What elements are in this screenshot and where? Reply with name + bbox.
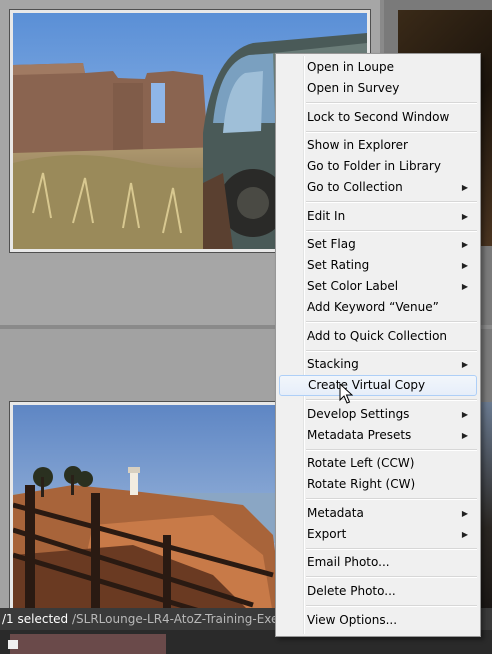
- menu-separator: [306, 399, 477, 401]
- menu-item-create-virtual-copy[interactable]: Create Virtual Copy: [279, 375, 477, 396]
- menu-item-label: Develop Settings: [307, 407, 410, 421]
- menu-item-set-color-label[interactable]: Set Color Label ▶: [279, 276, 477, 297]
- menu-item-metadata[interactable]: Metadata ▶: [279, 503, 477, 524]
- menu-item-show-in-explorer[interactable]: Show in Explorer: [279, 135, 477, 156]
- menu-item-label: Set Color Label: [307, 279, 399, 293]
- menu-separator: [306, 350, 477, 352]
- menu-item-label: Go to Folder in Library: [307, 159, 441, 173]
- submenu-arrow-icon: ▶: [461, 240, 468, 249]
- submenu-arrow-icon: ▶: [461, 183, 468, 192]
- menu-separator: [306, 498, 477, 500]
- menu-item-add-to-quick-collection[interactable]: Add to Quick Collection: [279, 326, 477, 347]
- menu-item-label: Create Virtual Copy: [308, 378, 426, 392]
- source-path[interactable]: /SLRLounge-LR4-AtoZ-Training-Exercise: [72, 612, 307, 626]
- menu-item-label: Set Rating: [307, 258, 370, 272]
- menu-separator: [306, 230, 477, 232]
- menu-item-label: Open in Loupe: [307, 60, 395, 74]
- menu-item-label: Show in Explorer: [307, 138, 408, 152]
- menu-item-export[interactable]: Export ▶: [279, 524, 477, 545]
- menu-item-label: Add Keyword “Venue”: [307, 300, 439, 314]
- menu-separator: [306, 102, 477, 104]
- submenu-arrow-icon: ▶: [461, 261, 468, 270]
- menu-item-label: Edit In: [307, 209, 346, 223]
- submenu-arrow-icon: ▶: [461, 410, 468, 419]
- mouse-pointer-icon: [339, 383, 353, 404]
- selection-count: /1 selected: [2, 612, 69, 626]
- menu-item-label: Rotate Left (CCW): [307, 456, 415, 470]
- submenu-arrow-icon: ▶: [461, 431, 468, 440]
- menu-item-view-options[interactable]: View Options...: [279, 610, 477, 631]
- menu-item-label: Add to Quick Collection: [307, 329, 448, 343]
- menu-item-email-photo[interactable]: Email Photo...: [279, 552, 477, 573]
- menu-separator: [306, 605, 477, 607]
- menu-item-label: Export: [307, 527, 347, 541]
- menu-item-rotate-left[interactable]: Rotate Left (CCW): [279, 453, 477, 474]
- submenu-arrow-icon: ▶: [461, 509, 468, 518]
- menu-item-label: Stacking: [307, 357, 359, 371]
- submenu-arrow-icon: ▶: [461, 360, 468, 369]
- menu-item-set-flag[interactable]: Set Flag ▶: [279, 234, 477, 255]
- menu-item-label: View Options...: [307, 613, 398, 627]
- menu-item-develop-settings[interactable]: Develop Settings ▶: [279, 404, 477, 425]
- submenu-arrow-icon: ▶: [461, 212, 468, 221]
- menu-item-label: Delete Photo...: [307, 584, 396, 598]
- submenu-arrow-icon: ▶: [461, 282, 468, 291]
- menu-item-rotate-right[interactable]: Rotate Right (CW): [279, 474, 477, 495]
- menu-item-label: Rotate Right (CW): [307, 477, 416, 491]
- menu-separator: [306, 548, 477, 550]
- menu-item-label: Email Photo...: [307, 555, 390, 569]
- menu-item-lock-to-second-window[interactable]: Lock to Second Window: [279, 107, 477, 128]
- menu-item-open-in-loupe[interactable]: Open in Loupe: [279, 57, 477, 78]
- menu-separator: [306, 576, 477, 578]
- menu-separator: [306, 201, 477, 203]
- filmstrip-thumbnail[interactable]: [10, 634, 166, 654]
- menu-item-label: Metadata Presets: [307, 428, 412, 442]
- menu-item-label: Set Flag: [307, 237, 356, 251]
- menu-item-stacking[interactable]: Stacking ▶: [279, 354, 477, 375]
- menu-item-go-to-folder[interactable]: Go to Folder in Library: [279, 156, 477, 177]
- context-menu: Open in Loupe Open in Survey Lock to Sec…: [275, 53, 481, 637]
- menu-separator: [306, 321, 477, 323]
- menu-item-label: Metadata: [307, 506, 364, 520]
- menu-item-edit-in[interactable]: Edit In ▶: [279, 206, 477, 227]
- submenu-arrow-icon: ▶: [461, 530, 468, 539]
- menu-item-add-keyword[interactable]: Add Keyword “Venue”: [279, 297, 477, 318]
- menu-item-label: Open in Survey: [307, 81, 400, 95]
- menu-item-metadata-presets[interactable]: Metadata Presets ▶: [279, 425, 477, 446]
- menu-separator: [306, 449, 477, 451]
- menu-item-set-rating[interactable]: Set Rating ▶: [279, 255, 477, 276]
- menu-separator: [306, 131, 477, 133]
- menu-item-label: Go to Collection: [307, 180, 403, 194]
- menu-item-label: Lock to Second Window: [307, 110, 450, 124]
- menu-item-delete-photo[interactable]: Delete Photo...: [279, 581, 477, 602]
- menu-item-open-in-survey[interactable]: Open in Survey: [279, 78, 477, 99]
- menu-item-go-to-collection[interactable]: Go to Collection ▶: [279, 177, 477, 198]
- flag-icon[interactable]: [8, 640, 18, 649]
